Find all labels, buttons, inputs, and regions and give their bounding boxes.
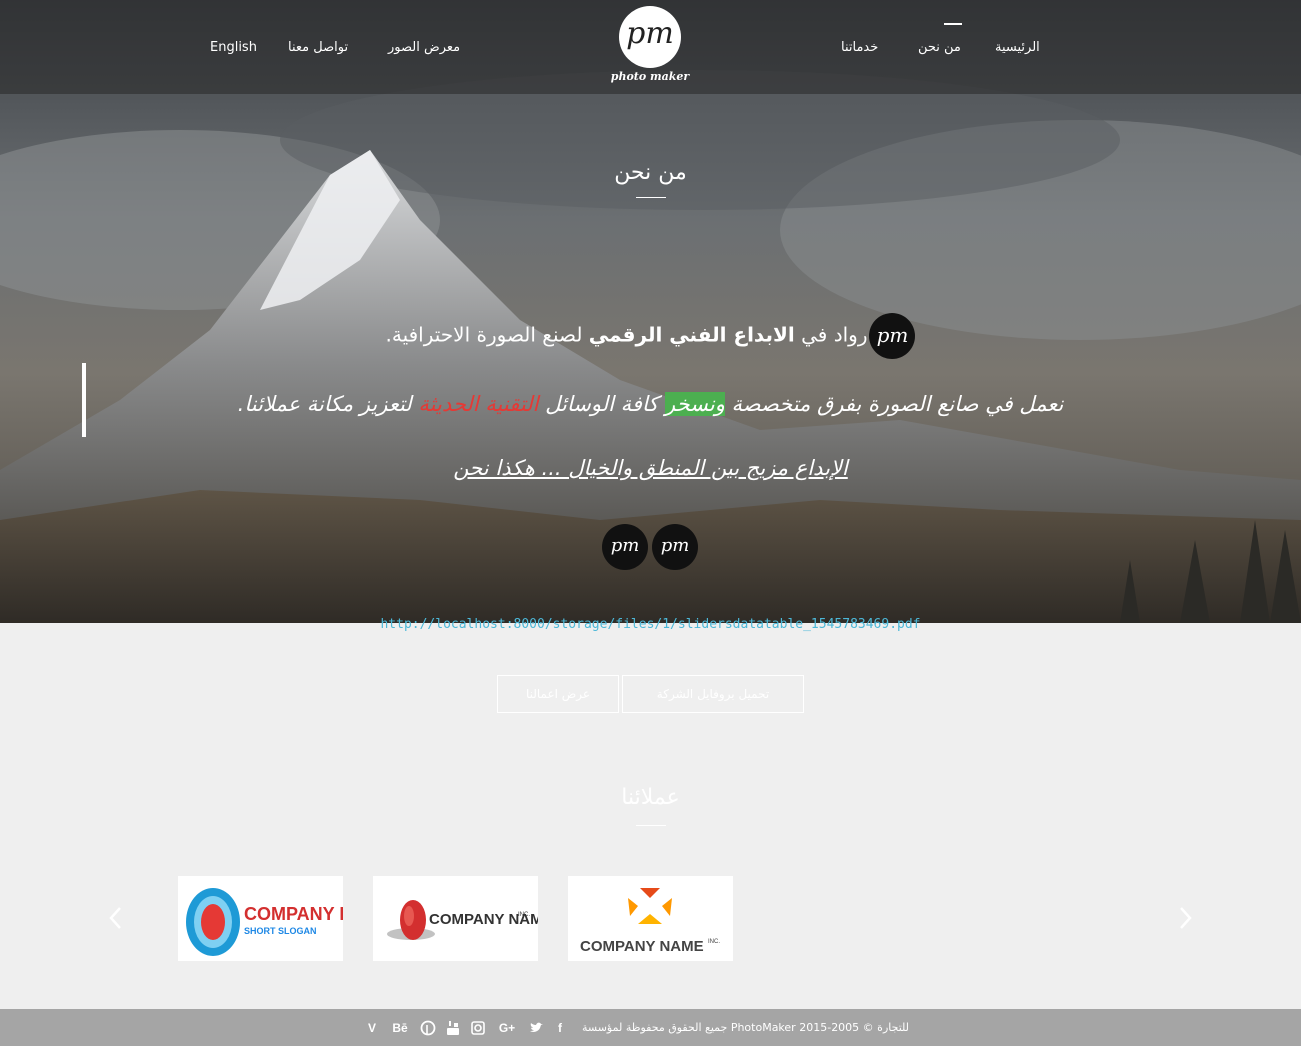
title-underline xyxy=(636,197,666,198)
pm-badge-icon: pm xyxy=(652,524,698,570)
client-logo-3-suffix: INC. xyxy=(708,939,720,945)
nav-home[interactable]: الرئيسية xyxy=(995,40,1040,55)
hero-line-1-text-b: لصنع الصورة الاحترافية. xyxy=(385,322,589,347)
vimeo-icon[interactable]: V xyxy=(364,1020,380,1036)
download-profile-button[interactable]: تحميل بروفايل الشركة xyxy=(622,675,804,713)
client-logo-3-name: COMPANY NAME xyxy=(580,938,704,955)
site-logo[interactable]: pm photo maker xyxy=(610,6,690,88)
clients-title: عملائنا xyxy=(621,785,680,810)
footer: جميع الحقوق محفوظة لمؤسسة PhotoMaker للت… xyxy=(0,1009,1301,1046)
client-logo-1[interactable]: COMPANY INC. SHORT SLOGAN xyxy=(178,876,343,961)
client-logo-1-image: COMPANY INC. SHORT SLOGAN xyxy=(186,888,343,956)
footer-copyright: جميع الحقوق محفوظة لمؤسسة PhotoMaker للت… xyxy=(582,1021,910,1034)
pm-badge-icon: pm xyxy=(602,524,648,570)
hero-line-2-text-a: نعمل في صانع الصورة بفرق متخصصة xyxy=(724,392,1064,416)
hero-line-2-highlight: ونسخر xyxy=(664,392,725,416)
view-work-button[interactable]: عرض اعمالنا xyxy=(497,675,619,713)
pm-badge-icon: pm xyxy=(869,313,916,359)
hero-line-2: نعمل في صانع الصورة بفرق متخصصة ونسخر كا… xyxy=(0,392,1301,416)
hero-line-1: pmرواد في الابداع الفني الرقمي لصنع الصو… xyxy=(0,313,1301,359)
hero-section: الرئيسية من نحن خدماتنا معرض الصور تواصل… xyxy=(0,0,1301,623)
nav-services[interactable]: خدماتنا xyxy=(841,40,878,55)
nav-about[interactable]: من نحن xyxy=(918,40,961,55)
hero-line-2-text-c: لتعزيز مكانة عملائنا. xyxy=(237,392,419,416)
nav-language-switch[interactable]: English xyxy=(210,40,257,55)
carousel-next-arrow-icon[interactable] xyxy=(1178,905,1194,931)
twitter-icon[interactable] xyxy=(528,1020,544,1036)
pinterest-icon[interactable] xyxy=(420,1020,436,1036)
hero-line-1-bold: الابداع الفني الرقمي xyxy=(588,322,795,347)
client-logo-1-name: COMPANY INC. xyxy=(244,904,343,924)
facebook-icon[interactable]: f xyxy=(552,1020,568,1036)
top-navbar: الرئيسية من نحن خدماتنا معرض الصور تواصل… xyxy=(0,0,1301,94)
client-logo-1-slogan: SHORT SLOGAN xyxy=(244,926,317,936)
logo-mark: pm xyxy=(626,16,674,51)
client-logo-3[interactable]: COMPANY NAME INC. xyxy=(568,876,733,961)
instagram-icon[interactable] xyxy=(470,1020,486,1036)
clients-title-underline xyxy=(636,825,666,826)
client-logo-3-image: COMPANY NAME INC. xyxy=(580,888,720,955)
hero-line-2-text-b: كافة الوسائل xyxy=(538,392,665,416)
logo-text: photo maker xyxy=(610,70,690,83)
page-title: من نحن xyxy=(614,160,687,185)
behance-icon[interactable]: Bē xyxy=(390,1020,410,1036)
google-plus-icon[interactable]: G+ xyxy=(497,1020,517,1036)
client-logo-2-image: COMPANY NAME INC. xyxy=(387,900,538,940)
nav-gallery[interactable]: معرض الصور xyxy=(388,40,460,55)
client-logo-2-suffix: INC. xyxy=(518,912,530,918)
active-nav-indicator xyxy=(944,23,962,25)
hero-line-3: الإبداع مزيج بين المنطق والخيال ... هكذا… xyxy=(453,456,848,480)
youtube-icon[interactable] xyxy=(445,1020,461,1036)
company-profile-link[interactable]: http://localhost:8000/storage/files/1/sl… xyxy=(0,617,1301,632)
client-logo-2[interactable]: COMPANY NAME INC. xyxy=(373,876,538,961)
hero-line-1-text-a: رواد في xyxy=(794,322,868,347)
pm-badges-pair: pm pm xyxy=(602,524,700,570)
nav-contact[interactable]: تواصل معنا xyxy=(288,40,348,55)
carousel-prev-arrow-icon[interactable] xyxy=(107,905,123,931)
hero-line-2-red: التقنية الحديثة xyxy=(418,392,539,416)
